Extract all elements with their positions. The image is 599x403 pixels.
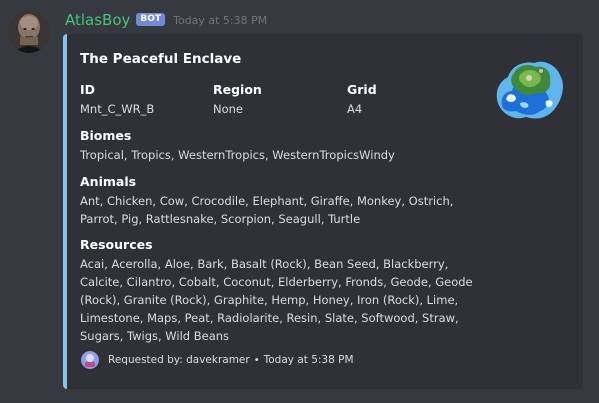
author-username[interactable]: AtlasBoy <box>65 11 130 29</box>
requester-avatar-icon <box>81 351 99 369</box>
rich-embed: The Peaceful Enclave ID Mnt_C_WR_B Regio… <box>63 34 583 389</box>
field-region: Region None <box>213 81 262 118</box>
message-header: AtlasBoy BOT Today at 5:38 PM <box>65 9 267 31</box>
island-map-thumbnail[interactable] <box>494 51 566 123</box>
field-animals-name: Animals <box>80 174 137 189</box>
field-region-value: None <box>213 102 244 116</box>
embed-title: The Peaceful Enclave <box>80 51 242 67</box>
field-resources: Resources Acai, Acerolla, Aloe, Bark, Ba… <box>80 236 475 345</box>
field-region-name: Region <box>213 82 262 97</box>
field-animals: Animals Ant, Chicken, Cow, Crocodile, El… <box>80 173 475 228</box>
message-timestamp[interactable]: Today at 5:38 PM <box>173 14 267 27</box>
footer-separator: • <box>253 354 260 366</box>
chat-message: AtlasBoy BOT Today at 5:38 PM The Peacef… <box>0 0 599 403</box>
embed-footer: Requested by: davekramer • Today at 5:38… <box>81 351 354 369</box>
field-biomes-value: Tropical, Tropics, WesternTropics, Weste… <box>80 148 395 162</box>
field-resources-name: Resources <box>80 237 153 252</box>
field-grid-name: Grid <box>347 82 377 97</box>
field-id-name: ID <box>80 82 96 97</box>
bald-man-avatar-image <box>8 11 50 53</box>
footer-requested-by: Requested by: davekramer <box>108 354 250 366</box>
bot-badge: BOT <box>136 12 166 26</box>
field-id-value: Mnt_C_WR_B <box>80 102 155 116</box>
field-biomes: Biomes Tropical, Tropics, WesternTropics… <box>80 127 475 164</box>
field-biomes-name: Biomes <box>80 128 132 143</box>
footer-time: Today at 5:38 PM <box>263 354 354 366</box>
field-resources-value: Acai, Acerolla, Aloe, Bark, Basalt (Rock… <box>80 257 473 343</box>
field-id: ID Mnt_C_WR_B <box>80 81 154 118</box>
field-grid-value: A4 <box>347 102 363 116</box>
field-animals-value: Ant, Chicken, Cow, Crocodile, Elephant, … <box>80 194 454 226</box>
bot-avatar[interactable] <box>8 11 50 53</box>
field-grid: Grid A4 <box>347 81 377 118</box>
